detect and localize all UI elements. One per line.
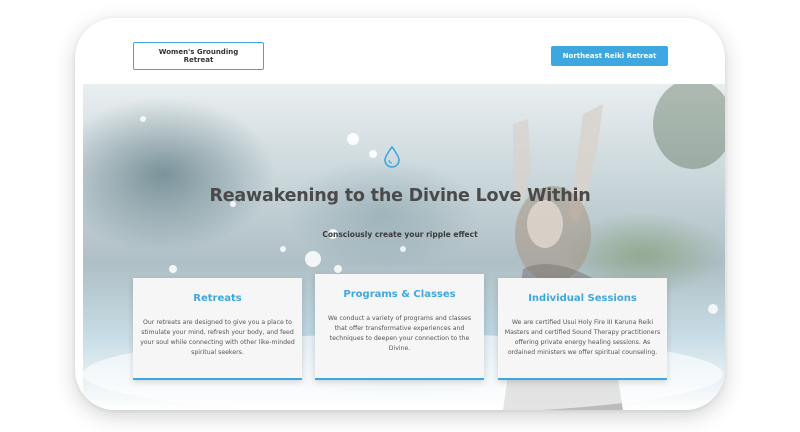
card-body: We conduct a variety of programs and cla…: [327, 315, 472, 352]
card-body: Our retreats are designed to give you a …: [140, 319, 295, 356]
card-title: Individual Sessions: [528, 293, 637, 304]
card-individual-sessions[interactable]: Individual Sessions We are certified Usu…: [498, 278, 667, 380]
top-navigation: Women's Grounding Retreat Northeast Reik…: [75, 18, 725, 84]
womens-grounding-retreat-button[interactable]: Women's Grounding Retreat: [133, 42, 264, 70]
card-retreats[interactable]: Retreats Our retreats are designed to gi…: [133, 278, 302, 380]
northeast-reiki-retreat-button[interactable]: Northeast Reiki Retreat: [551, 46, 668, 66]
card-programs-classes[interactable]: Programs & Classes We conduct a variety …: [315, 274, 484, 380]
hero-title: Reawakening to the Divine Love Within: [209, 186, 591, 206]
card-title: Retreats: [193, 293, 242, 304]
card-title: Programs & Classes: [343, 289, 456, 300]
card-body: We are certified Usui Holy Fire III Karu…: [504, 319, 661, 356]
hero-subtitle: Consciously create your ripple effect: [322, 230, 478, 239]
water-drop-icon: [384, 146, 400, 168]
